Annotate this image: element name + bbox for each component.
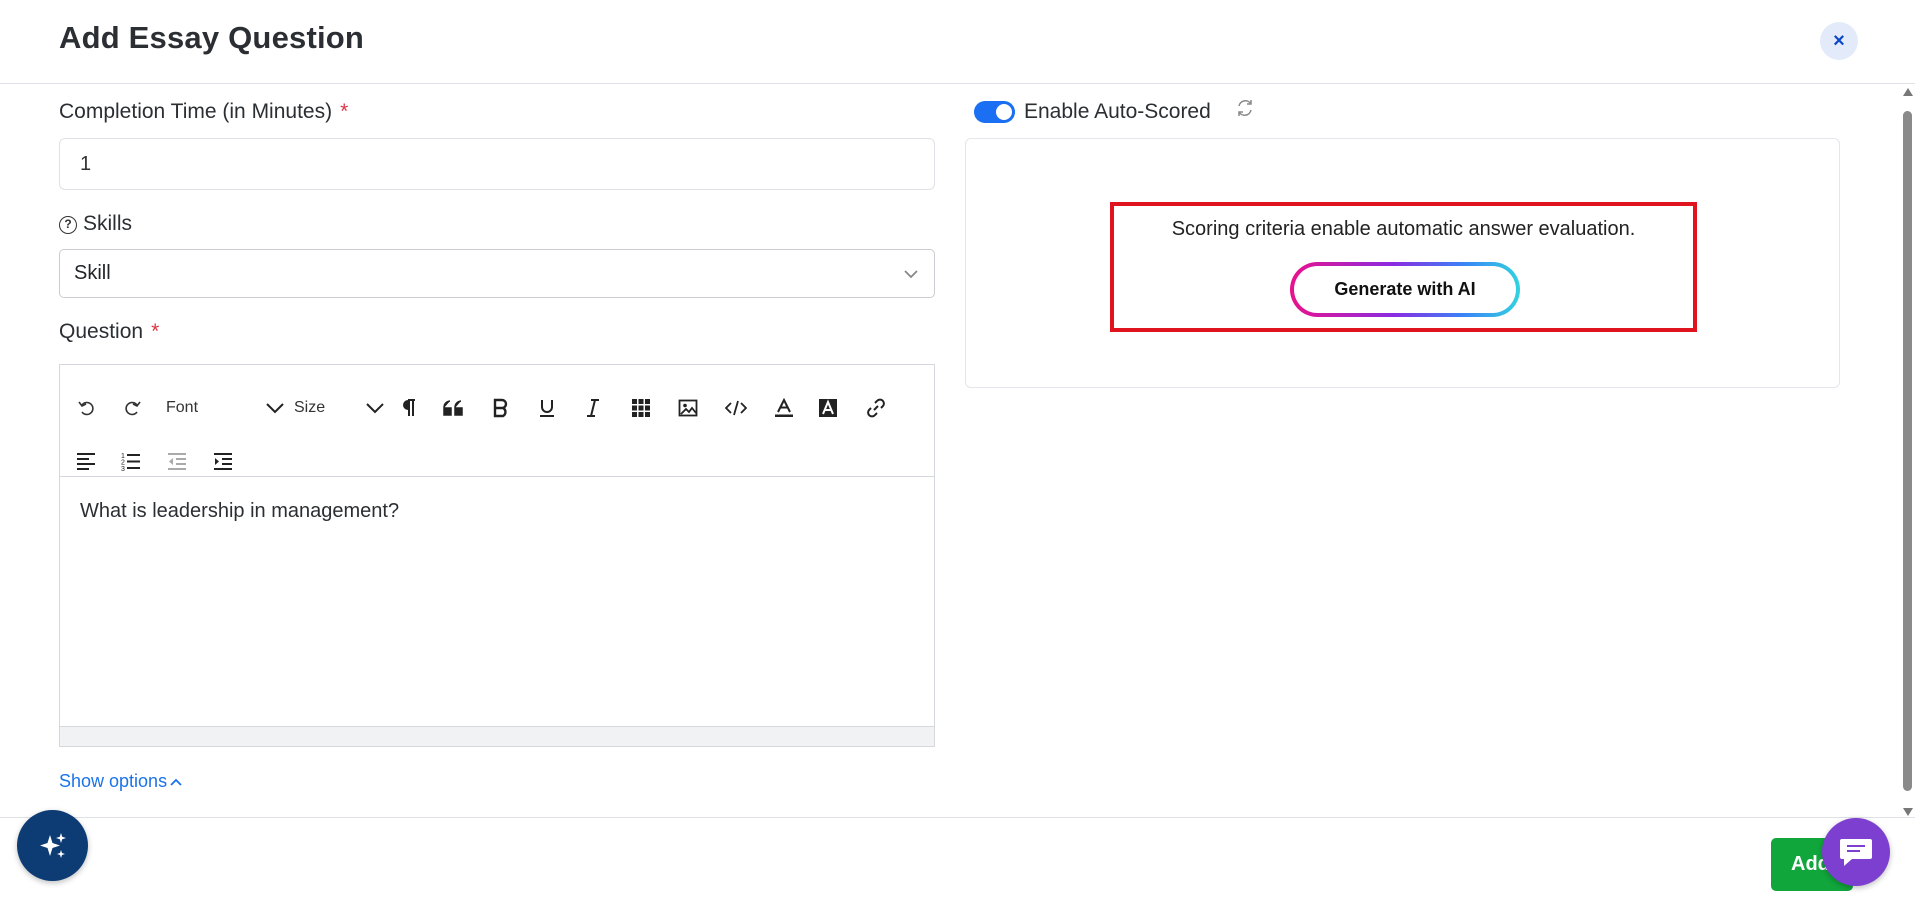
generate-with-ai-button[interactable]: Generate with AI <box>1290 262 1520 317</box>
modal-footer <box>0 817 1915 906</box>
chevron-up-icon <box>170 778 182 786</box>
required-mark: * <box>151 320 160 343</box>
ai-assistant-button[interactable] <box>17 810 88 881</box>
indent-button[interactable] <box>210 446 236 476</box>
redo-button[interactable] <box>118 393 146 423</box>
underline-icon <box>540 400 554 417</box>
highlight-color-button[interactable] <box>815 393 841 423</box>
paragraph-button[interactable] <box>396 393 422 423</box>
quote-icon <box>443 400 463 416</box>
background-color-icon <box>819 399 837 417</box>
image-icon <box>678 399 698 417</box>
font-color-icon <box>775 398 793 417</box>
chat-button[interactable] <box>1822 818 1890 886</box>
editor-toolbar: Font Size 1 2 3 <box>60 365 934 477</box>
italic-button[interactable] <box>580 393 606 423</box>
image-button[interactable] <box>675 393 701 423</box>
generate-with-ai-label: Generate with AI <box>1294 266 1516 313</box>
chevron-down-icon <box>904 270 918 279</box>
blockquote-button[interactable] <box>440 393 468 423</box>
size-select-label: Size <box>294 399 326 416</box>
skills-select[interactable]: Skill <box>59 249 935 298</box>
skills-select-value: Skill <box>74 262 111 284</box>
font-select[interactable]: Font <box>166 393 286 423</box>
link-button[interactable] <box>862 393 890 423</box>
help-circle-icon: ? <box>59 216 77 234</box>
page-title: Add Essay Question <box>59 20 365 55</box>
code-icon <box>725 400 747 416</box>
chat-bubble-icon <box>1840 839 1872 866</box>
refresh-icon[interactable] <box>1235 98 1255 118</box>
scrollbar-thumb[interactable] <box>1903 111 1912 791</box>
scroll-down-arrow[interactable] <box>1903 808 1913 816</box>
scoring-criteria-highlight: Scoring criteria enable automatic answer… <box>1110 202 1697 332</box>
required-mark: * <box>340 100 349 123</box>
auto-scored-toggle[interactable] <box>974 101 1015 123</box>
skills-label-text: Skills <box>83 212 133 235</box>
bold-button[interactable] <box>488 393 514 423</box>
link-icon <box>867 398 885 418</box>
outdent-button[interactable] <box>164 446 190 476</box>
italic-icon <box>587 399 599 417</box>
chevron-down-icon <box>366 403 384 414</box>
indent-icon <box>214 453 232 470</box>
sparkles-icon <box>39 832 66 858</box>
close-icon: × <box>1833 29 1845 52</box>
editor-status-bar <box>60 726 934 746</box>
outdent-icon <box>168 453 186 470</box>
font-select-label: Font <box>166 399 199 416</box>
close-button[interactable]: × <box>1820 22 1858 60</box>
auto-scored-label: Enable Auto-Scored <box>1024 100 1211 123</box>
show-options-text: Show options <box>59 771 168 791</box>
undo-icon <box>78 401 94 416</box>
question-label: Question * <box>59 320 159 344</box>
ordered-list-button[interactable]: 123 <box>118 446 144 476</box>
paragraph-icon <box>403 399 415 416</box>
font-color-button[interactable] <box>771 393 797 423</box>
align-left-icon <box>77 453 95 470</box>
undo-button[interactable] <box>73 393 101 423</box>
modal-header: Add Essay Question × <box>0 0 1915 84</box>
question-content[interactable]: What is leadership in management? <box>80 500 399 523</box>
bold-icon <box>493 398 508 418</box>
completion-time-label-text: Completion Time (in Minutes) <box>59 100 333 123</box>
redo-icon <box>125 401 141 416</box>
table-grid-icon <box>632 399 650 417</box>
underline-button[interactable] <box>534 393 560 423</box>
table-button[interactable] <box>628 393 654 423</box>
chevron-down-icon <box>266 403 284 414</box>
svg-text:3: 3 <box>121 466 125 471</box>
completion-time-label: Completion Time (in Minutes) * <box>59 100 348 124</box>
scoring-criteria-text: Scoring criteria enable automatic answer… <box>1171 218 1636 240</box>
question-label-text: Question <box>59 320 144 343</box>
ordered-list-icon: 123 <box>121 453 140 471</box>
show-options-link[interactable]: Show options <box>59 771 183 792</box>
scroll-up-arrow[interactable] <box>1903 88 1913 96</box>
align-button[interactable] <box>73 446 99 476</box>
question-editor: Font Size 1 2 3 What is leadership in ma… <box>59 364 935 747</box>
code-button[interactable] <box>722 393 750 423</box>
completion-time-input[interactable] <box>59 138 935 190</box>
skills-label: ? Skills <box>59 212 132 236</box>
size-select[interactable]: Size <box>294 393 386 423</box>
scrollbar[interactable] <box>1900 86 1915 816</box>
